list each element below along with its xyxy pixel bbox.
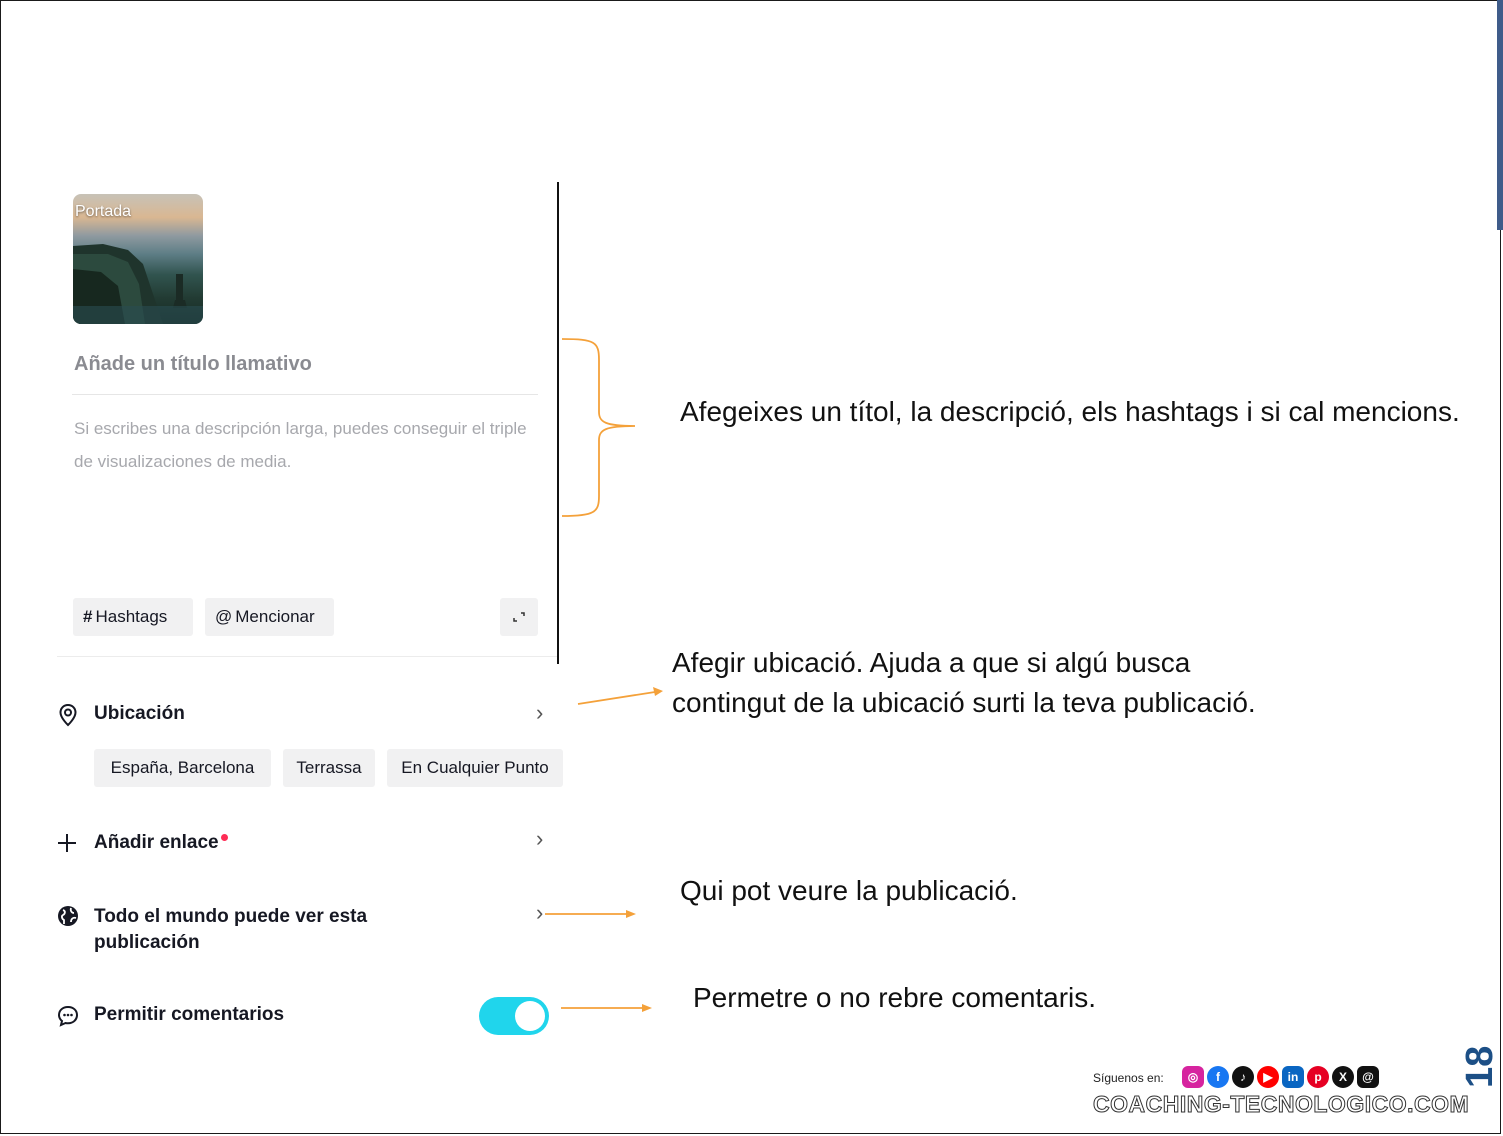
annotation-lines (561, 338, 663, 705)
location-pin-icon (59, 703, 77, 727)
privacy-chevron-icon[interactable]: › (536, 900, 543, 926)
new-badge-dot (220, 834, 228, 841)
title-input[interactable]: Añade un título llamativo (74, 353, 312, 376)
follow-us-label: Síguenos en: (1093, 1071, 1164, 1085)
toggle-knob (515, 1001, 545, 1031)
hashtags-label: Hashtags (95, 607, 168, 626)
facebook-icon[interactable]: f (1207, 1066, 1229, 1088)
linkedin-icon[interactable]: in (1282, 1066, 1304, 1088)
description-input[interactable]: Si escribes una descripción larga, puede… (74, 412, 534, 478)
location-note-line1: Afegir ubicació. Ajuda a que si algú bus… (672, 647, 1191, 678)
website-label[interactable]: COACHING-TECNOLOGICO.COM (1092, 1091, 1469, 1118)
right-accent-bar (1497, 0, 1503, 230)
link-chevron-icon[interactable]: › (536, 826, 543, 852)
comments-label: Permitir comentarios (94, 1004, 285, 1025)
globe-icon (58, 906, 78, 926)
plus-icon (58, 834, 76, 852)
at-icon: @ (215, 607, 233, 626)
pinterest-icon[interactable]: p (1307, 1066, 1329, 1088)
expand-button[interactable] (500, 598, 538, 636)
tiktok-icon[interactable]: ♪ (1232, 1066, 1254, 1088)
location-chevron-icon[interactable]: › (536, 700, 543, 726)
location-note: Afegir ubicació. Ajuda a que si algú bus… (672, 643, 1256, 723)
title-divider (72, 394, 538, 395)
add-link-button[interactable]: Añadir enlace (94, 832, 228, 854)
privacy-note: Qui pot veure la publicació. (680, 875, 1018, 906)
cover-label: Portada (75, 203, 132, 220)
annotation-arrows (545, 910, 652, 1012)
section-divider (57, 656, 557, 657)
hash-icon: # (83, 607, 93, 626)
privacy-label-line1: Todo el mundo puede ver esta (94, 906, 368, 927)
privacy-label-line2: publicación (94, 932, 200, 953)
location-chip[interactable]: En Cualquier Punto (387, 749, 563, 787)
cover-thumbnail[interactable]: Portada (73, 194, 203, 324)
threads-icon[interactable]: @ (1357, 1066, 1379, 1088)
page-number: 18 (1459, 1045, 1501, 1088)
caption-note: Afegeixes un títol, la descripció, els h… (680, 396, 1460, 427)
location-label[interactable]: Ubicación (94, 703, 185, 725)
add-link-label: Añadir enlace (94, 832, 219, 853)
location-chip[interactable]: España, Barcelona (94, 749, 271, 787)
instagram-icon[interactable]: ◎ (1182, 1066, 1204, 1088)
x-icon[interactable]: X (1332, 1066, 1354, 1088)
expand-icon (513, 612, 525, 622)
comments-note: Permetre o no rebre comentaris. (693, 982, 1097, 1013)
youtube-icon[interactable]: ▶ (1257, 1066, 1279, 1088)
comment-icon (57, 1005, 79, 1027)
mention-label: Mencionar (235, 607, 315, 626)
privacy-button[interactable]: Todo el mundo puede ver esta publicación (94, 904, 367, 956)
location-note-line2: contingut de la ubicació surti la teva p… (672, 687, 1256, 718)
comments-toggle[interactable] (479, 997, 549, 1035)
mention-button[interactable]: @ Mencionar (205, 598, 334, 636)
slide-frame (0, 0, 1501, 1134)
location-chip[interactable]: Terrassa (283, 749, 375, 787)
hashtags-button[interactable]: # Hashtags (73, 598, 193, 636)
